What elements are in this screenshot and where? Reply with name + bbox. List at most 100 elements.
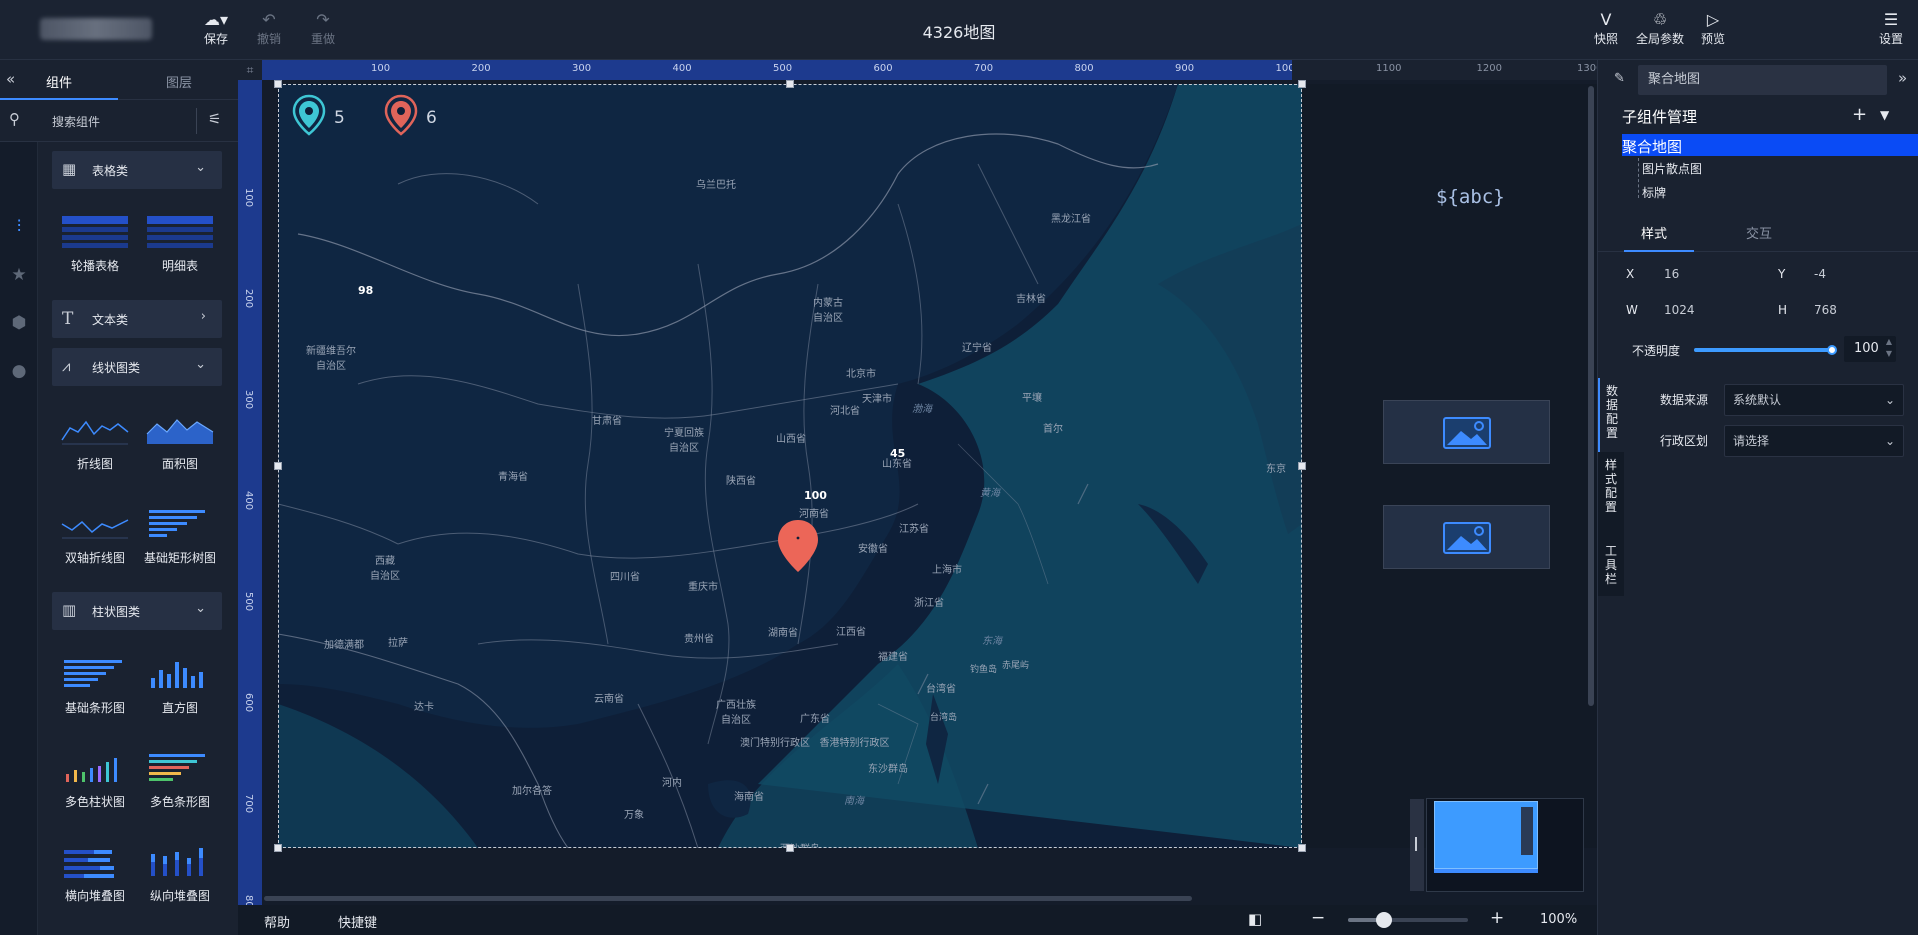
redo-button[interactable]: ↷ 重做 bbox=[308, 10, 338, 47]
horizontal-scrollbar[interactable] bbox=[264, 896, 1192, 901]
detail-table-thumb[interactable] bbox=[145, 212, 215, 252]
snapshot-button[interactable]: V 快照 bbox=[1589, 10, 1623, 47]
histogram-thumb[interactable] bbox=[145, 654, 215, 694]
opacity-slider-handle[interactable] bbox=[1827, 345, 1837, 355]
area-chart-thumb[interactable] bbox=[145, 410, 215, 450]
line-chart-icon: ⩘ bbox=[62, 357, 71, 375]
ruler-tick-label: 500 bbox=[243, 592, 254, 612]
vertical-scrollbar[interactable] bbox=[1588, 86, 1594, 706]
marker-count-red: 6 bbox=[426, 108, 437, 128]
user-icon[interactable]: ● bbox=[8, 360, 30, 382]
category-line[interactable]: ⩘ 线状图类 ⌄ bbox=[52, 348, 222, 386]
line-chart-thumb[interactable] bbox=[60, 410, 130, 450]
preview-button[interactable]: ▷ 预览 bbox=[1698, 10, 1728, 47]
resize-handle[interactable] bbox=[1298, 844, 1306, 852]
tree-item[interactable]: 图片散点图 bbox=[1642, 160, 1702, 177]
resize-handle[interactable] bbox=[274, 844, 282, 852]
ruler-corner-icon[interactable]: ⌗ bbox=[238, 60, 262, 80]
resize-handle[interactable] bbox=[274, 80, 282, 88]
shortcuts-link[interactable]: 快捷键 bbox=[338, 912, 377, 931]
category-bar[interactable]: ▥ 柱状图类 ⌄ bbox=[52, 592, 222, 630]
top-bar: ☁▾ 保存 ↶ 撤销 ↷ 重做 4326地图 V 快照 ♲ 全局参数 ▷ 预览 … bbox=[0, 0, 1918, 60]
zoom-in-icon[interactable]: + bbox=[1490, 908, 1504, 928]
horizontal-stack-thumb[interactable] bbox=[60, 842, 130, 882]
basic-bar-thumb[interactable] bbox=[60, 654, 130, 694]
dual-axis-line-thumb[interactable] bbox=[60, 504, 130, 544]
map-label: 江苏省 bbox=[899, 524, 929, 535]
tree-item-selected[interactable]: 聚合地图 bbox=[1622, 134, 1918, 156]
width-field[interactable]: 1024 bbox=[1664, 303, 1695, 317]
rect-tree-thumb[interactable] bbox=[145, 504, 215, 544]
resize-handle[interactable] bbox=[274, 462, 282, 470]
vtab-toolbar[interactable]: 工具栏 bbox=[1598, 532, 1624, 596]
fit-screen-icon[interactable]: ◧ bbox=[1248, 910, 1262, 928]
resize-handle[interactable] bbox=[786, 80, 794, 88]
detail-table-label: 明细表 bbox=[161, 259, 198, 273]
ruler-tick-label: 600 bbox=[873, 63, 893, 74]
search-input[interactable]: 搜索组件 bbox=[52, 113, 100, 130]
vtab-style-config[interactable]: 样式配置 bbox=[1598, 452, 1624, 532]
map-label: 甘肃省 bbox=[592, 416, 622, 427]
stepper-up-icon[interactable]: ▲ bbox=[1886, 337, 1892, 346]
map-label: 河南省 bbox=[799, 509, 829, 520]
basic-bar-label: 基础条形图 bbox=[64, 701, 125, 715]
resize-handle[interactable] bbox=[1298, 462, 1306, 470]
image-placeholder[interactable] bbox=[1383, 400, 1550, 464]
tab-layers[interactable]: 图层 bbox=[166, 72, 192, 91]
height-field[interactable]: 768 bbox=[1814, 303, 1837, 317]
category-table[interactable]: ▦ 表格类 ⌄ bbox=[52, 151, 222, 189]
tab-style[interactable]: 样式 bbox=[1641, 223, 1667, 242]
tab-interaction[interactable]: 交互 bbox=[1746, 223, 1772, 242]
help-link[interactable]: 帮助 bbox=[264, 912, 290, 931]
y-field[interactable]: -4 bbox=[1814, 267, 1826, 281]
map-label: 河内 bbox=[662, 778, 682, 789]
minimap-toggle[interactable] bbox=[1410, 799, 1424, 891]
map-marker-red[interactable] bbox=[774, 518, 822, 574]
zoom-slider[interactable] bbox=[1348, 912, 1468, 928]
caret-down-icon[interactable]: ▼ bbox=[1880, 108, 1889, 122]
multi-color-column-thumb[interactable] bbox=[60, 748, 130, 788]
component-name-input[interactable]: 聚合地图 bbox=[1638, 65, 1887, 95]
stepper-down-icon[interactable]: ▼ bbox=[1886, 349, 1892, 358]
sliders-icon[interactable]: ⫶ bbox=[8, 216, 30, 238]
filter-icon[interactable]: ⚟ bbox=[208, 110, 221, 128]
line-chart-label: 折线图 bbox=[76, 457, 113, 471]
undo-button[interactable]: ↶ 撤销 bbox=[254, 10, 284, 47]
vertical-stack-thumb[interactable] bbox=[145, 842, 215, 882]
tab-components[interactable]: 组件 bbox=[46, 72, 72, 91]
template-text[interactable]: ${abc} bbox=[1436, 186, 1505, 208]
undo-icon: ↶ bbox=[262, 10, 276, 29]
region-select[interactable]: 请选择 ⌄ bbox=[1724, 425, 1904, 457]
carousel-table-thumb[interactable] bbox=[60, 212, 130, 252]
data-source-select[interactable]: 系统默认 ⌄ bbox=[1724, 384, 1904, 416]
zoom-slider-handle[interactable] bbox=[1376, 912, 1392, 928]
settings-button[interactable]: ☰ 设置 bbox=[1876, 10, 1906, 47]
add-icon[interactable]: + bbox=[1852, 104, 1867, 125]
resize-handle[interactable] bbox=[786, 844, 794, 852]
map-label: 渤海 bbox=[912, 404, 932, 415]
multi-color-bar-thumb[interactable] bbox=[145, 748, 215, 788]
image-placeholder[interactable] bbox=[1383, 505, 1550, 569]
minimap[interactable] bbox=[1426, 798, 1584, 892]
marker-legend-cyan[interactable]: 5 bbox=[292, 94, 345, 140]
category-text[interactable]: T 文本类 › bbox=[52, 300, 222, 338]
resize-handle[interactable] bbox=[1298, 80, 1306, 88]
collapse-icon[interactable]: « bbox=[6, 70, 15, 88]
x-field[interactable]: 16 bbox=[1664, 267, 1679, 281]
aggregate-map[interactable]: 5 6 98 45 100 乌兰巴托 内蒙古 自治区 新疆维吾尔 自治区 黑龙江… bbox=[278, 84, 1302, 848]
map-label: 乌兰巴托 bbox=[696, 180, 736, 191]
save-button[interactable]: ☁▾ 保存 bbox=[200, 10, 232, 47]
star-icon[interactable]: ★ bbox=[8, 264, 30, 286]
global-params-button[interactable]: ♲ 全局参数 bbox=[1634, 10, 1686, 47]
opacity-slider[interactable] bbox=[1694, 345, 1837, 355]
rect-tree-label: 基础矩形树图 bbox=[143, 551, 216, 565]
map-label: 东海 bbox=[982, 636, 1002, 647]
opacity-input[interactable]: 100 ▲ ▼ bbox=[1844, 336, 1896, 362]
cube-icon[interactable]: ⬢ bbox=[8, 312, 30, 334]
map-label: 拉萨 bbox=[388, 638, 408, 649]
tree-item[interactable]: 标牌 bbox=[1642, 184, 1666, 201]
expand-icon[interactable]: » bbox=[1898, 69, 1907, 87]
marker-legend-red[interactable]: 6 bbox=[384, 94, 437, 140]
vtab-data-config[interactable]: 数据配置 bbox=[1598, 378, 1624, 452]
zoom-out-icon[interactable]: − bbox=[1311, 908, 1325, 928]
